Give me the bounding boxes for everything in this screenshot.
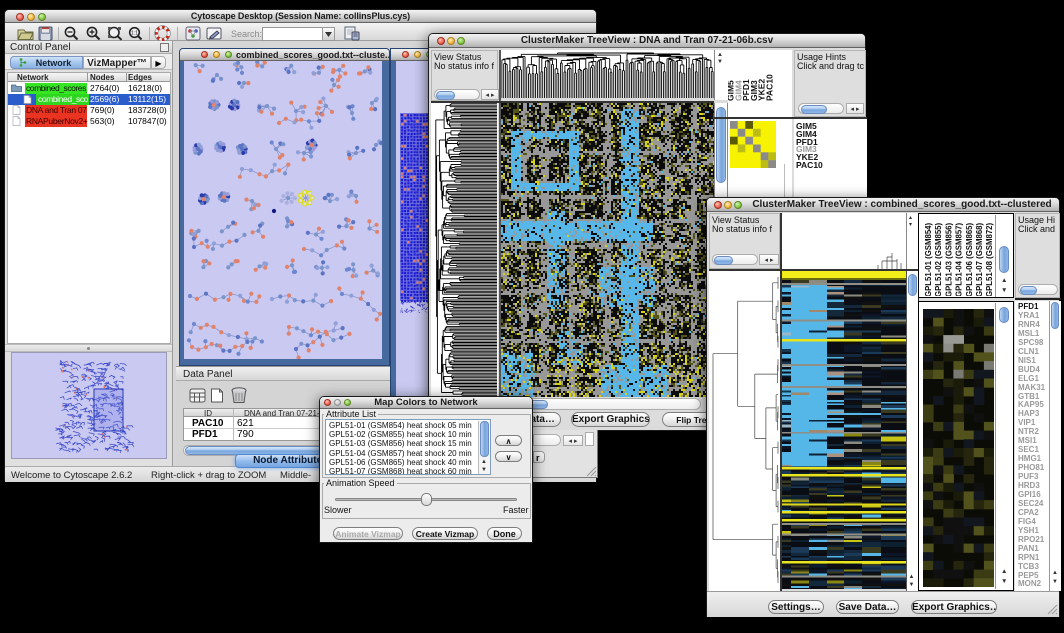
svg-text:GPL51-02 (GSM855): GPL51-02 (GSM855)	[934, 222, 943, 296]
svg-text:GPL51-07 (GSM868): GPL51-07 (GSM868)	[975, 222, 984, 296]
svg-text:GPL51-01 (GSM854): GPL51-01 (GSM854)	[924, 222, 933, 296]
svg-text:GPL51-04 (GSM857): GPL51-04 (GSM857)	[955, 222, 964, 296]
svg-text:GPL51-06 (GSM865): GPL51-06 (GSM865)	[965, 222, 974, 296]
svg-text:PAC10: PAC10	[765, 74, 775, 101]
svg-text:GPL51-03 (GSM856): GPL51-03 (GSM856)	[944, 222, 953, 296]
svg-text:1:1: 1:1	[131, 31, 138, 37]
svg-text:GPL51-08 (GSM872): GPL51-08 (GSM872)	[985, 222, 994, 296]
